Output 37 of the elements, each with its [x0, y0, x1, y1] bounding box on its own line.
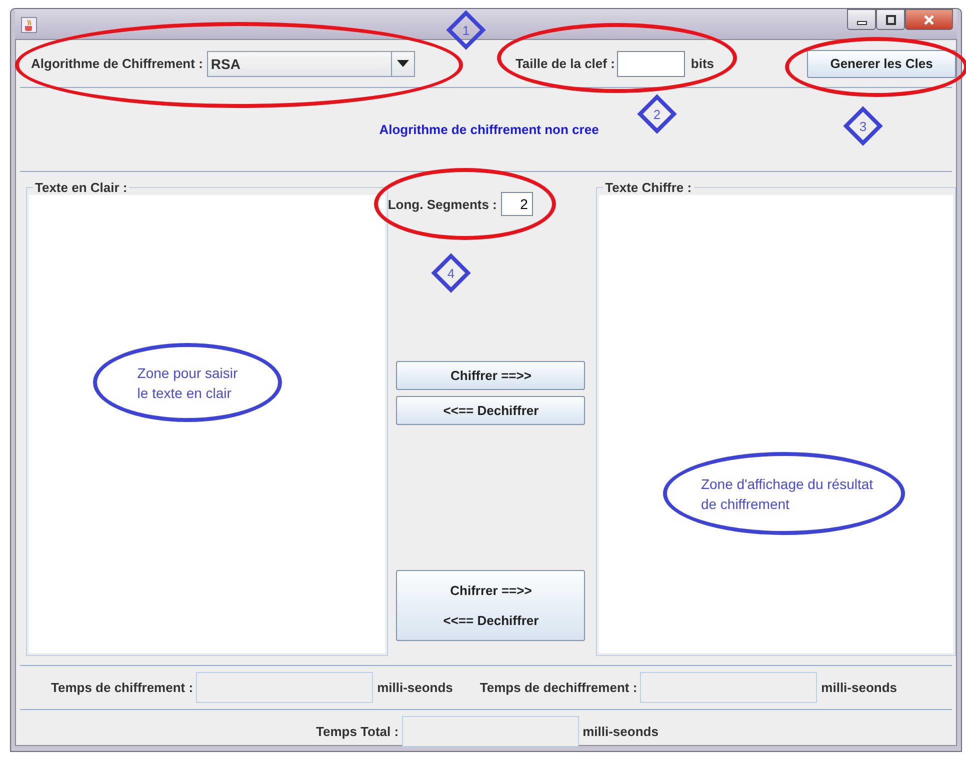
caret-icon — [397, 60, 410, 68]
minimize-icon — [856, 20, 866, 24]
segment-length-field[interactable]: 2 — [500, 192, 533, 216]
step-marker: 1 — [446, 10, 486, 50]
generate-keys-button[interactable]: Generer les Cles — [807, 50, 956, 78]
total-time-field[interactable] — [402, 716, 579, 747]
time-field[interactable] — [640, 672, 818, 703]
decrypt-button[interactable]: <<== Dechiffrer — [396, 396, 586, 425]
encrypt-decrypt-button[interactable]: Chifrrer ==>> <<== Dechiffrer — [396, 570, 586, 641]
panel-title: Texte en Clair : — [34, 180, 128, 195]
panel-title: Texte Chiffre : — [604, 180, 693, 195]
minimize-button[interactable] — [847, 9, 876, 30]
close-icon — [923, 14, 935, 26]
step-marker: 3 — [843, 106, 883, 146]
annotation-note: Zone pour saisir le texte en clair — [93, 343, 282, 422]
maximize-button[interactable] — [876, 9, 905, 30]
segment-length-label: Long. Segments : — [388, 196, 497, 212]
step-marker: 4 — [431, 253, 471, 293]
step-marker: 2 — [637, 94, 677, 134]
unit-label: milli-seonds — [582, 724, 658, 739]
time-field[interactable] — [196, 672, 374, 703]
status-message: Alogrithme de chiffrement non cree — [379, 122, 599, 137]
close-button[interactable] — [905, 9, 953, 30]
unit-label: milli-seonds — [377, 680, 453, 695]
cup-icon — [21, 17, 37, 33]
key-size-label: Taille de la clef : — [515, 56, 615, 71]
encrypt-button[interactable]: Chiffrer ==>> — [396, 361, 586, 390]
algorithm-label: Algorithme de Chiffrement : — [31, 56, 203, 71]
key-size-field[interactable] — [616, 50, 685, 76]
algorithm-dropdown[interactable]: RSA — [206, 50, 416, 76]
maximize-icon — [884, 14, 896, 26]
unit-label: milli-seonds — [821, 680, 898, 695]
annotation-note: Zone d'affichage du résultat de chiffrement — [663, 452, 905, 535]
time-label: Temps de dechiffrement : — [480, 680, 638, 695]
unit-label: bits — [690, 56, 714, 71]
time-label: Temps de chiffrement : — [51, 680, 194, 695]
total-time-label: Temps Total : — [316, 724, 399, 739]
